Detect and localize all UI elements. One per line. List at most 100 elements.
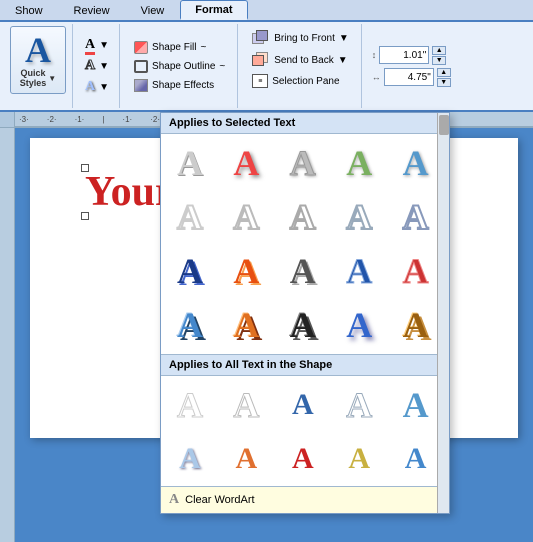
height-input[interactable] <box>379 46 429 64</box>
height-input-row: ↕ ▲ ▼ <box>372 46 451 65</box>
width-input[interactable] <box>384 68 434 86</box>
height-icon: ↕ <box>372 50 377 60</box>
text-fill-a-icon: A <box>85 37 95 53</box>
quick-styles-label: Quick Styles ▼ <box>20 68 56 88</box>
height-down-arrow[interactable]: ▼ <box>432 56 446 65</box>
wordart-a-icon: A <box>25 32 51 68</box>
quick-styles-group: A Quick Styles ▼ <box>4 24 73 108</box>
bring-to-front-button[interactable]: Bring to Front ▼ <box>248 28 353 48</box>
quick-styles-button[interactable]: A Quick Styles ▼ <box>10 26 66 94</box>
ribbon: A Quick Styles ▼ A ▼ A ▼ A ▼ Shape F <box>0 22 533 112</box>
wordart-style-2[interactable]: A <box>221 138 271 188</box>
scrollbar-thumb[interactable] <box>439 115 449 135</box>
clear-wordart-label: Clear WordArt <box>185 494 254 506</box>
tab-view[interactable]: View <box>126 0 180 20</box>
wordart-styles-grid-2: A A A A A <box>161 192 449 246</box>
text-fill-dropdown-icon: ▼ <box>99 40 109 51</box>
text-fill-button[interactable]: A ▼ <box>79 35 115 55</box>
shape-outline-dropdown-icon: ~ <box>219 61 225 72</box>
height-up-arrow[interactable]: ▲ <box>432 46 446 55</box>
wordart-style-16[interactable]: A <box>165 300 215 350</box>
dropdown-arrow-icon: ▼ <box>48 74 56 83</box>
arrange-group: Bring to Front ▼ Send to Back ▼ ≡ Select… <box>240 24 362 108</box>
wordart-styles-grid-3: A A A A A <box>161 246 449 300</box>
wordart-style-6[interactable]: A <box>165 192 215 242</box>
shape-format-group: Shape Fill ~ Shape Outline ~ Shape Effec… <box>122 24 238 108</box>
wordart-style-11[interactable]: A <box>165 246 215 296</box>
wordart-style-24[interactable]: A <box>334 380 384 430</box>
shape-effects-label: Shape Effects <box>152 80 214 91</box>
dropdown-header-all-text: Applies to All Text in the Shape <box>161 354 449 376</box>
dropdown-header-selected-text: Applies to Selected Text <box>161 113 449 134</box>
wordart-style-10[interactable]: A <box>391 192 441 242</box>
text-effects-a-icon: A <box>85 79 95 95</box>
left-ruler <box>0 128 15 542</box>
wordart-style-28[interactable]: A <box>278 434 328 484</box>
wordart-style-1[interactable]: A <box>165 138 215 188</box>
wordart-style-25[interactable]: A <box>391 380 441 430</box>
tab-bar: Show Review View Format <box>0 0 533 22</box>
text-outline-dropdown-icon: ▼ <box>99 61 109 72</box>
text-effects-dropdown-icon: ▼ <box>99 82 109 93</box>
handle-top-left[interactable] <box>81 164 89 172</box>
send-to-back-icon <box>252 52 270 68</box>
wordart-style-18[interactable]: A <box>278 300 328 350</box>
wordart-style-21[interactable]: A <box>165 380 215 430</box>
tab-review[interactable]: Review <box>59 0 125 20</box>
wordart-style-3[interactable]: A <box>278 138 328 188</box>
wordart-style-15[interactable]: A <box>391 246 441 296</box>
wordart-style-13[interactable]: A <box>278 246 328 296</box>
send-to-back-button[interactable]: Send to Back ▼ <box>248 50 353 70</box>
selection-pane-icon: ≡ <box>252 74 268 88</box>
width-icon: ↔ <box>372 72 381 82</box>
text-effects-button[interactable]: A ▼ <box>79 77 115 97</box>
wordart-style-22[interactable]: A <box>221 380 271 430</box>
wordart-style-5[interactable]: A <box>391 138 441 188</box>
shape-effects-button[interactable]: Shape Effects <box>128 77 231 94</box>
wordart-style-20[interactable]: A <box>391 300 441 350</box>
selection-pane-button[interactable]: ≡ Selection Pane <box>248 72 353 90</box>
wordart-style-dropdown: Applies to Selected Text A A A A A A A A… <box>160 112 450 514</box>
clear-wordart-button[interactable]: A Clear WordArt <box>161 486 449 513</box>
shape-fill-button[interactable]: Shape Fill ~ <box>128 39 231 56</box>
wordart-styles-grid-4: A A A A A <box>161 300 449 354</box>
wordart-style-12[interactable]: A <box>221 246 271 296</box>
shape-fill-label: Shape Fill <box>152 42 196 53</box>
wordart-style-14[interactable]: A <box>334 246 384 296</box>
width-down-arrow[interactable]: ▼ <box>437 78 451 87</box>
wordart-style-23[interactable]: A <box>278 380 328 430</box>
wordart-styles-grid-5: A A A A A <box>161 376 449 434</box>
text-outline-button[interactable]: A ▼ <box>79 56 115 76</box>
shape-outline-button[interactable]: Shape Outline ~ <box>128 58 231 75</box>
tab-show[interactable]: Show <box>0 0 58 20</box>
wordart-style-9[interactable]: A <box>334 192 384 242</box>
bring-to-front-dropdown-icon: ▼ <box>339 33 349 44</box>
selection-pane-label: Selection Pane <box>272 76 339 87</box>
bring-to-front-icon <box>252 30 270 46</box>
handle-bottom-left[interactable] <box>81 212 89 220</box>
width-up-arrow[interactable]: ▲ <box>437 68 451 77</box>
wordart-style-17[interactable]: A <box>221 300 271 350</box>
wordart-style-27[interactable]: A <box>221 434 271 484</box>
wordart-styles-grid-1: A A A A A <box>161 134 449 192</box>
width-input-row: ↔ ▲ ▼ <box>372 68 451 87</box>
text-format-group: A ▼ A ▼ A ▼ <box>75 24 120 108</box>
shape-fill-dropdown-icon: ~ <box>201 42 207 53</box>
wordart-style-7[interactable]: A <box>221 192 271 242</box>
wordart-style-26[interactable]: A <box>165 434 215 484</box>
wordart-styles-grid-6: A A A A A <box>161 434 449 486</box>
wordart-style-8[interactable]: A <box>278 192 328 242</box>
size-group: ↕ ▲ ▼ ↔ ▲ ▼ <box>364 24 459 108</box>
wordart-style-4[interactable]: A <box>334 138 384 188</box>
wordart-style-30[interactable]: A <box>391 434 441 484</box>
text-outline-a-icon: A <box>85 58 95 74</box>
shape-outline-icon <box>134 60 148 73</box>
dropdown-scrollbar[interactable] <box>437 113 449 513</box>
wordart-style-29[interactable]: A <box>334 434 384 484</box>
width-spinner: ▲ ▼ <box>437 68 451 87</box>
bring-to-front-label: Bring to Front <box>274 33 335 44</box>
wordart-style-19[interactable]: A <box>334 300 384 350</box>
tab-format[interactable]: Format <box>180 0 247 20</box>
send-to-back-label: Send to Back <box>274 55 333 66</box>
height-spinner: ▲ ▼ <box>432 46 446 65</box>
